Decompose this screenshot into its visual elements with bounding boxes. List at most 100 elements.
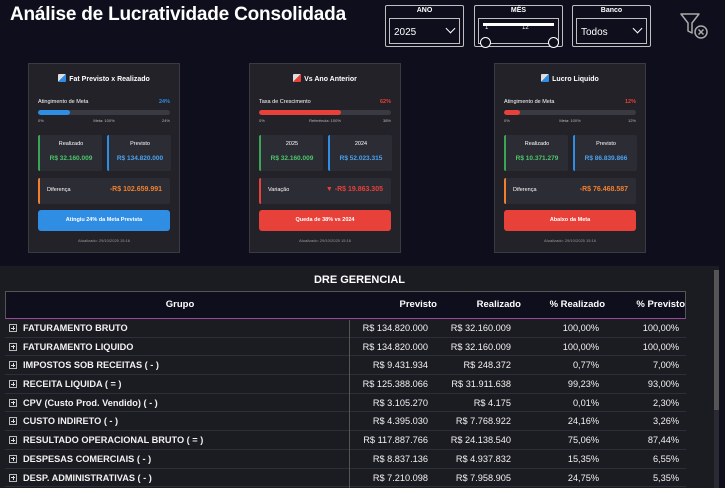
cell-realizado: R$ 7.958.905: [455, 472, 511, 483]
page-title: Análise de Lucratividade Consolidada: [10, 4, 346, 25]
dre-table-title: DRE GERENCIAL: [313, 274, 406, 286]
scrollbar-thumb[interactable]: [714, 270, 719, 410]
table-row: CUSTO INDIRETO ( - ) R$ 4.395.030 R$ 7.7…: [5, 412, 686, 432]
card-title: Lucro Liquido: [495, 74, 645, 83]
expand-plus-icon[interactable]: [9, 361, 17, 370]
cell-pct-previsto: 87,44%: [647, 435, 679, 446]
status-button[interactable]: Atingiu 24% da Meta Prevista: [38, 210, 170, 231]
chart-down-icon: [293, 74, 302, 82]
cell-pct-previsto: 2,30%: [652, 397, 679, 408]
difference-label: Variação: [268, 187, 290, 193]
value-box-2: 2024 R$ 52.023.315: [328, 135, 392, 171]
expand-plus-icon[interactable]: [9, 436, 17, 445]
mes-slicer: MÊS 1 12: [474, 5, 563, 48]
ano-dropdown[interactable]: 2025: [389, 18, 460, 44]
cell-pct-realizado: 75,06%: [567, 435, 599, 446]
difference-label: Diferença: [513, 187, 537, 193]
table-body: FATURAMENTO BRUTO R$ 134.820.000 R$ 32.1…: [5, 319, 686, 488]
box-value: R$ 86.839.866: [584, 155, 628, 162]
banco-label: Banco: [600, 7, 623, 14]
status-button[interactable]: Abaixo da Meta: [504, 210, 636, 231]
col-header-previsto[interactable]: Previsto: [354, 292, 438, 318]
chart-up-icon: [58, 74, 67, 82]
cell-pct-realizado: 15,35%: [567, 453, 599, 464]
col-header-pct-previsto[interactable]: % Previsto: [605, 292, 685, 318]
chart-up-icon: [541, 74, 550, 82]
difference-value: -R$ 102.659.991: [109, 186, 162, 193]
chevron-down-icon: [632, 23, 643, 34]
progress-bar: [259, 110, 391, 115]
expand-plus-icon[interactable]: [9, 398, 17, 407]
cell-pct-previsto: 3,26%: [652, 416, 679, 427]
status-button[interactable]: Queda de 38% vs 2024: [259, 210, 391, 231]
ano-slicer: ANO 2025: [385, 5, 464, 47]
scale-max: 12%: [627, 118, 636, 123]
cell-pct-realizado: 99,23%: [567, 379, 599, 390]
expand-plus-icon[interactable]: [9, 454, 17, 463]
cell-realizado: R$ 32.160.009: [450, 341, 511, 352]
progress-fill: [504, 110, 520, 115]
box-label: Realizado: [58, 141, 84, 147]
cell-previsto: R$ 134.820.000: [362, 341, 428, 352]
expand-plus-icon[interactable]: [9, 473, 17, 482]
card-title-text: Fat Previsto x Realizado: [69, 76, 150, 83]
cell-grupo: FATURAMENTO BRUTO: [23, 323, 128, 333]
banco-dropdown[interactable]: Todos: [576, 18, 647, 44]
difference-box: Diferença -R$ 76.468.587: [504, 178, 636, 204]
progress-fill: [259, 110, 341, 115]
box-label: 2024: [354, 141, 368, 147]
table-row: DESP. ADMINISTRATIVAS ( - ) R$ 7.210.098…: [5, 469, 686, 488]
difference-label: Diferença: [47, 187, 71, 193]
updated-timestamp: Atualizado: 29/10/2025 15:16: [77, 238, 131, 243]
expand-plus-icon[interactable]: [9, 417, 17, 426]
scale-max: 24%: [161, 118, 170, 123]
cell-grupo: CUSTO INDIRETO ( - ): [23, 416, 119, 427]
difference-value: -R$ 76.468.587: [579, 186, 628, 193]
cell-grupo: FATURAMENTO LIQUIDO: [23, 341, 134, 352]
col-header-realizado[interactable]: Realizado: [437, 292, 521, 318]
cell-realizado: R$ 4.175: [473, 397, 511, 408]
meta-label: Taxa de Crescimento: [259, 99, 311, 105]
expand-plus-icon[interactable]: [9, 342, 17, 351]
card-fat-previsto-realizado: Fat Previsto x Realizado Atingimento de …: [28, 63, 180, 253]
progress-bar: [38, 110, 170, 115]
table-row: DESPESAS COMERCIAIS ( - ) R$ 8.837.136 R…: [5, 450, 686, 469]
box-value: R$ 32.160.009: [270, 155, 314, 162]
expand-plus-icon[interactable]: [9, 324, 17, 332]
clear-filter-icon[interactable]: [680, 12, 710, 42]
mes-slider-min-handle[interactable]: [480, 37, 491, 48]
cell-realizado: R$ 4.937.832: [455, 453, 511, 464]
column-divider: [349, 320, 350, 488]
banco-value: Todos: [581, 27, 608, 38]
mes-slider-max-handle[interactable]: [548, 37, 559, 48]
scale-mid: Meta: 100%: [559, 118, 581, 123]
cell-grupo: CPV (Custo Prod. Vendido) ( - ): [23, 397, 158, 408]
cell-pct-realizado: 24,16%: [567, 416, 599, 427]
cell-grupo: RECEITA LIQUIDA ( = ): [23, 379, 122, 390]
meta-label: Atingimento de Meta: [38, 99, 89, 105]
ano-label: ANO: [416, 7, 433, 14]
updated-timestamp: Atualizado: 29/10/2025 15:16: [543, 238, 597, 243]
box-label: 2025: [285, 141, 299, 147]
mes-slider-track[interactable]: [483, 23, 554, 26]
table-scrollbar[interactable]: [714, 270, 719, 488]
box-value: R$ 52.023.315: [339, 155, 383, 162]
cell-pct-previsto: 5,35%: [652, 472, 679, 483]
difference-box: Variação ▼ -R$ 19.863.305: [259, 178, 391, 204]
difference-box: Diferença -R$ 102.659.991: [38, 178, 170, 204]
cell-grupo: DESP. ADMINISTRATIVAS ( - ): [23, 472, 152, 483]
cell-pct-realizado: 0,77%: [572, 360, 599, 371]
cell-realizado: R$ 24.138.540: [450, 435, 511, 446]
col-header-pct-realizado[interactable]: % Realizado: [521, 292, 605, 318]
value-box-1: Realizado R$ 32.160.009: [38, 135, 102, 171]
cell-previsto: R$ 3.105.270: [372, 397, 428, 408]
cell-previsto: R$ 125.388.066: [362, 379, 428, 390]
col-header-grupo[interactable]: Grupo: [6, 292, 354, 318]
cell-previsto: R$ 117.887.766: [363, 435, 428, 446]
cell-pct-realizado: 100,00%: [562, 341, 599, 352]
card-title-text: Vs Ano Anterior: [304, 76, 357, 83]
table-row: RESULTADO OPERACIONAL BRUTO ( = ) R$ 117…: [5, 431, 686, 450]
cell-previsto: R$ 134.820.000: [362, 323, 428, 333]
expand-plus-icon[interactable]: [9, 380, 17, 389]
table-row: FATURAMENTO BRUTO R$ 134.820.000 R$ 32.1…: [5, 319, 686, 338]
